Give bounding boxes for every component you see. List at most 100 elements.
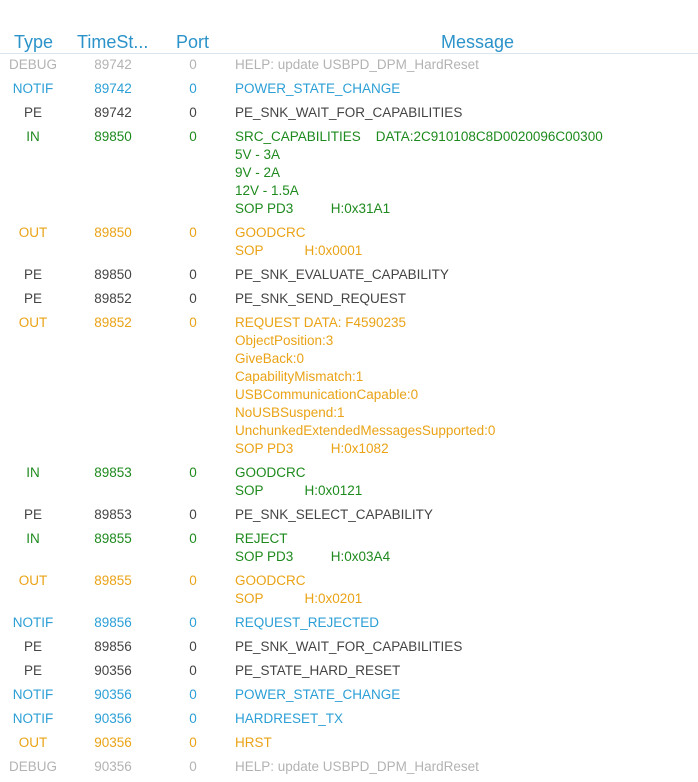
row-timestamp: 89850 (94, 267, 132, 282)
row-timestamp: 89742 (94, 81, 132, 96)
row-port: 0 (189, 531, 197, 546)
row-timestamp: 89853 (94, 465, 132, 480)
column-header-port[interactable]: Port (176, 32, 209, 52)
table-row[interactable]: PE 89850 0 PE_SNK_EVALUATE_CAPABILITY (0, 266, 698, 290)
row-port: 0 (189, 759, 197, 774)
table-row[interactable]: OUT 90356 0 HRST (0, 734, 698, 758)
message-line: PE_SNK_WAIT_FOR_CAPABILITIES (235, 639, 463, 654)
row-port: 0 (189, 573, 197, 588)
message-line: SOP PD3 H:0x31A1 (235, 201, 391, 216)
message-line: ObjectPosition:3 (235, 333, 334, 348)
column-header-type[interactable]: Type (14, 32, 53, 52)
row-port: 0 (189, 711, 197, 726)
table-row[interactable]: NOTIF 89856 0 REQUEST_REJECTED (0, 614, 698, 638)
row-timestamp: 90356 (94, 735, 132, 750)
row-message: HELP: update USBPD_DPM_HardReset (235, 758, 698, 776)
row-port: 0 (189, 507, 197, 522)
row-type: NOTIF (12, 615, 54, 630)
row-port: 0 (189, 735, 197, 750)
message-line: NoUSBSuspend:1 (235, 405, 345, 420)
row-message: SRC_CAPABILITIES DATA:2C910108C8D0020096… (235, 128, 698, 218)
table-row[interactable]: PE 89742 0 PE_SNK_WAIT_FOR_CAPABILITIES (0, 104, 698, 128)
message-line: SOP H:0x0121 (235, 483, 363, 498)
row-message: GOODCRC SOP H:0x0201 (235, 572, 698, 608)
message-line: POWER_STATE_CHANGE (235, 687, 401, 702)
table-row[interactable]: NOTIF 90356 0 POWER_STATE_CHANGE (0, 686, 698, 710)
row-message: POWER_STATE_CHANGE (235, 80, 698, 98)
row-port: 0 (189, 105, 197, 120)
message-line: USBCommunicationCapable:0 (235, 387, 419, 402)
row-port: 0 (189, 465, 197, 480)
message-line: SOP PD3 H:0x03A4 (235, 549, 391, 564)
table-row[interactable]: IN 89855 0 REJECT SOP PD3 H:0x03A4 (0, 530, 698, 572)
message-line: HARDRESET_TX (235, 711, 344, 726)
table-row[interactable]: PE 89852 0 PE_SNK_SEND_REQUEST (0, 290, 698, 314)
message-line: PE_SNK_EVALUATE_CAPABILITY (235, 267, 449, 282)
row-message: GOODCRC SOP H:0x0121 (235, 464, 698, 500)
column-header-message[interactable]: Message (441, 32, 514, 52)
message-line: PE_SNK_SELECT_CAPABILITY (235, 507, 433, 522)
table-row[interactable]: OUT 89855 0 GOODCRC SOP H:0x0201 (0, 572, 698, 614)
row-type: OUT (18, 225, 48, 240)
row-message: PE_STATE_HARD_RESET (235, 662, 698, 680)
row-timestamp: 89855 (94, 531, 132, 546)
row-type: IN (26, 465, 40, 480)
row-message: REQUEST_REJECTED (235, 614, 698, 632)
row-message: REQUEST DATA: F4590235 ObjectPosition:3 Gi… (235, 314, 698, 458)
table-row[interactable]: OUT 89850 0 GOODCRC SOP H:0x0001 (0, 224, 698, 266)
row-message: PE_SNK_WAIT_FOR_CAPABILITIES (235, 104, 698, 122)
row-port: 0 (189, 291, 197, 306)
table-row[interactable]: DEBUG 89742 0 HELP: update USBPD_DPM_HardRe… (0, 56, 698, 80)
row-timestamp: 90356 (94, 663, 132, 678)
row-message: PE_SNK_SELECT_CAPABILITY (235, 506, 698, 524)
table-row[interactable]: PE 89853 0 PE_SNK_SELECT_CAPABILITY (0, 506, 698, 530)
row-timestamp: 89742 (94, 105, 132, 120)
row-timestamp: 90356 (94, 711, 132, 726)
message-line: SRC_CAPABILITIES DATA:2C910108C8D0020096… (235, 129, 603, 144)
row-type: PE (23, 507, 42, 522)
row-message: PE_SNK_WAIT_FOR_CAPABILITIES (235, 638, 698, 656)
row-timestamp: 89852 (94, 315, 132, 330)
row-message: HRST (235, 734, 698, 752)
row-timestamp: 89852 (94, 291, 132, 306)
row-type: NOTIF (12, 711, 54, 726)
row-timestamp: 89855 (94, 573, 132, 588)
table-row[interactable]: DEBUG 90356 0 HELP: update USBPD_DPM_HardRe… (0, 758, 698, 782)
column-header-timestamp[interactable]: TimeSt... (77, 32, 157, 52)
message-line: REQUEST_REJECTED (235, 615, 380, 630)
row-message: REJECT SOP PD3 H:0x03A4 (235, 530, 698, 566)
row-timestamp: 89856 (94, 639, 132, 654)
message-line: PE_SNK_SEND_REQUEST (235, 291, 407, 306)
message-line: GOODCRC (235, 573, 306, 588)
row-type: DEBUG (8, 57, 57, 72)
message-line: GiveBack:0 (235, 351, 305, 366)
message-line: GOODCRC (235, 225, 306, 240)
row-type: DEBUG (8, 759, 57, 774)
table-row[interactable]: OUT 89852 0 REQUEST DATA: F4590235 ObjectPos… (0, 314, 698, 464)
table-row[interactable]: IN 89850 0 SRC_CAPABILITIES DATA:2C910108C8… (0, 128, 698, 224)
table-row[interactable]: NOTIF 89742 0 POWER_STATE_CHANGE (0, 80, 698, 104)
row-type: OUT (18, 573, 48, 588)
table-row[interactable]: NOTIF 90356 0 HARDRESET_TX (0, 710, 698, 734)
row-message: HELP: update USBPD_DPM_HardReset (235, 56, 698, 74)
table-row[interactable]: PE 89856 0 PE_SNK_WAIT_FOR_CAPABILITIES (0, 638, 698, 662)
message-line: REJECT (235, 531, 288, 546)
message-line: UnchunkedExtendedMessagesSupported:0 (235, 423, 496, 438)
row-port: 0 (189, 57, 197, 72)
row-type: OUT (18, 735, 48, 750)
row-port: 0 (189, 129, 197, 144)
row-type: NOTIF (12, 81, 54, 96)
row-message: PE_SNK_SEND_REQUEST (235, 290, 698, 308)
message-line: SOP PD3 H:0x1082 (235, 441, 389, 456)
table-row[interactable]: PE 90356 0 PE_STATE_HARD_RESET (0, 662, 698, 686)
row-timestamp: 89853 (94, 507, 132, 522)
row-port: 0 (189, 267, 197, 282)
row-port: 0 (189, 81, 197, 96)
message-line: CapabilityMismatch:1 (235, 369, 364, 384)
row-message: HARDRESET_TX (235, 710, 698, 728)
message-line: 12V - 1.5A (235, 183, 299, 198)
trace-table-body: DEBUG 89742 0 HELP: update USBPD_DPM_HardRe… (0, 56, 698, 782)
row-port: 0 (189, 639, 197, 654)
table-row[interactable]: IN 89853 0 GOODCRC SOP H:0x0121 (0, 464, 698, 506)
row-type: NOTIF (12, 687, 54, 702)
